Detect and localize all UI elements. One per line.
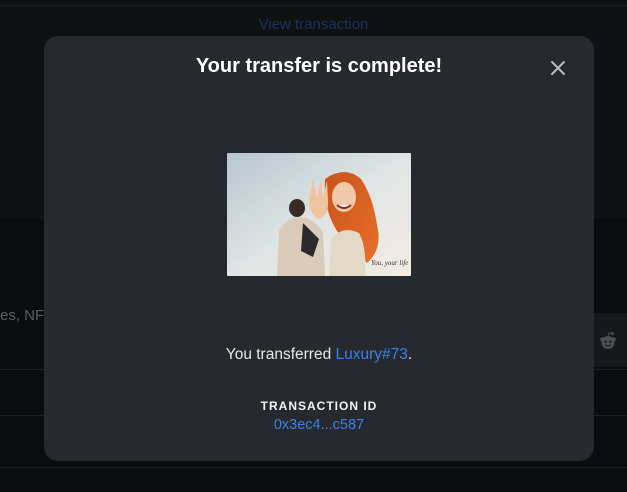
transaction-id-link[interactable]: 0x3ec4...c587 (44, 417, 594, 433)
transfer-prefix: You transferred (225, 346, 336, 363)
transfer-suffix: . (407, 346, 413, 363)
page: View transaction es, NFT Your transfer i… (0, 0, 627, 492)
close-button[interactable] (545, 55, 571, 81)
item-link[interactable]: Luxury#73 (336, 346, 408, 363)
background-divider (0, 5, 627, 6)
close-icon (551, 61, 565, 75)
svg-text:You, your life: You, your life (371, 259, 408, 267)
transfer-message: You transferred Luxury#73. (44, 346, 594, 364)
reddit-icon (600, 332, 616, 349)
nft-image: You, your life (227, 153, 411, 276)
modal-title: Your transfer is complete! (195, 55, 443, 77)
transaction-id-value[interactable]: 0x3ec4...c587 (274, 417, 364, 433)
transfer-complete-modal: Your transfer is complete! You, your lif… (44, 36, 594, 461)
background-row-divider (0, 467, 627, 468)
view-transaction-link[interactable]: View transaction (0, 16, 627, 33)
transaction-id-label: TRANSACTION ID (260, 399, 378, 413)
